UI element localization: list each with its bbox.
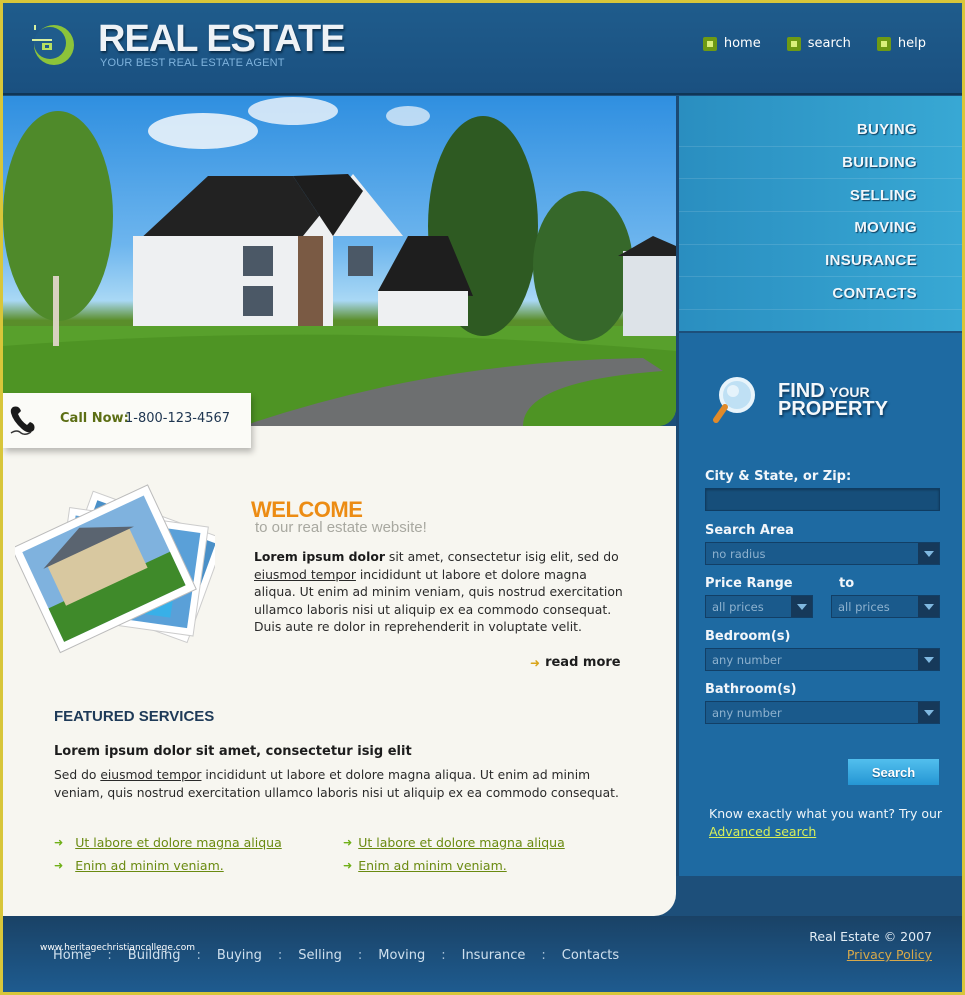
menu-item-moving[interactable]: MOVING — [679, 212, 962, 245]
green-arrow-icon: ➜ — [54, 859, 64, 872]
privacy-policy-link[interactable]: Privacy Policy — [847, 947, 932, 962]
featured-link[interactable]: ➜ Enim ad minim veniam. — [54, 854, 282, 877]
select-value: all prices — [838, 599, 890, 614]
house-illustration — [3, 97, 676, 426]
search-area-label: Search Area — [705, 523, 794, 538]
green-arrow-icon: ➜ — [343, 859, 353, 872]
price-from-select[interactable]: all prices — [705, 595, 813, 618]
call-now-label: Call Now: — [60, 411, 129, 426]
logo-title[interactable]: REAL ESTATE — [98, 19, 346, 59]
featured-link-label: Enim ad minim veniam. — [358, 858, 507, 873]
top-nav-search[interactable]: search — [786, 36, 851, 51]
chevron-down-icon — [918, 702, 939, 723]
property-word: PROPERTY — [778, 398, 889, 420]
footer-link-contacts[interactable]: Contacts — [562, 948, 619, 963]
hero-house-photo — [3, 96, 676, 426]
chevron-down-icon — [918, 649, 939, 670]
advanced-search-link[interactable]: Advanced search — [709, 824, 816, 839]
top-nav-label: help — [897, 36, 926, 51]
featured-text: Sed do eiusmod tempor incididunt ut labo… — [54, 767, 634, 802]
featured-link-label: Enim ad minim veniam. — [75, 858, 224, 873]
bedroom-select[interactable]: any number — [705, 648, 940, 671]
menu-item-selling[interactable]: SELLING — [679, 179, 962, 213]
logo-tagline: YOUR BEST REAL ESTATE AGENT — [100, 57, 285, 69]
welcome-text-bold: Lorem ipsum dolor — [254, 549, 385, 564]
footer-link-insurance[interactable]: Insurance — [462, 948, 526, 963]
chevron-down-icon — [791, 596, 812, 617]
read-more-label: read more — [545, 655, 621, 670]
chevron-down-icon — [918, 596, 939, 617]
top-nav-home[interactable]: home — [702, 36, 761, 51]
chevron-down-icon — [918, 543, 939, 564]
select-value: any number — [712, 652, 782, 667]
green-arrow-icon: ➜ — [54, 836, 64, 849]
bathroom-label: Bathroom(s) — [705, 682, 797, 697]
featured-links-left: ➜ Ut labore et dolore magna aliqua ➜ Eni… — [54, 831, 282, 877]
menu-item-building[interactable]: BUILDING — [679, 147, 962, 180]
featured-link[interactable]: ➜ Enim ad minim veniam. — [343, 854, 565, 877]
bedroom-label: Bedroom(s) — [705, 629, 791, 644]
phone-number[interactable]: 1-800-123-4567 — [125, 411, 230, 426]
footer-link-moving[interactable]: Moving — [378, 948, 425, 963]
featured-link-label: Ut labore et dolore magna aliqua — [358, 835, 565, 850]
featured-link[interactable]: ➜ Ut labore et dolore magna aliqua — [343, 831, 565, 854]
green-arrow-icon: ➜ — [343, 836, 353, 849]
featured-text-part: Sed do — [54, 768, 101, 782]
featured-link[interactable]: ➜ Ut labore et dolore magna aliqua — [54, 831, 282, 854]
menu-item-insurance[interactable]: INSURANCE — [679, 245, 962, 278]
price-to-select[interactable]: all prices — [831, 595, 940, 618]
featured-inline-link[interactable]: eiusmod tempor — [100, 768, 201, 782]
footer-separator: : — [441, 948, 446, 963]
featured-heading: Lorem ipsum dolor sit amet, consectetur … — [54, 744, 412, 759]
green-square-bullet-icon — [876, 36, 891, 51]
watermark-text: www.heritagechristiancollege.com — [40, 943, 195, 953]
advanced-search-prompt: Know exactly what you want? Try our — [709, 806, 943, 821]
featured-link-label: Ut labore et dolore magna aliqua — [75, 835, 282, 850]
search-button[interactable]: Search — [848, 759, 939, 785]
featured-services-title: FEATURED SERVICES — [54, 708, 215, 725]
call-now-box: Call Now: 1-800-123-4567 — [3, 393, 251, 448]
property-photos-stack — [15, 484, 215, 654]
welcome-text: Lorem ipsum dolor sit amet, consectetur … — [254, 548, 629, 636]
phone-icon — [10, 406, 35, 436]
top-nav: home search help — [702, 36, 926, 51]
footer-separator: : — [541, 948, 546, 963]
price-to-label: to — [839, 576, 855, 591]
arrow-right-icon: ➜ — [530, 655, 541, 670]
select-value: all prices — [712, 599, 764, 614]
top-nav-label: home — [723, 36, 761, 51]
footer-separator: : — [357, 948, 363, 963]
city-label: City & State, or Zip: — [705, 469, 852, 484]
welcome-inline-link[interactable]: eiusmod tempor — [254, 567, 356, 582]
city-input[interactable] — [705, 488, 940, 511]
welcome-text-part: sit amet, consectetur isig elit, sed do — [384, 549, 619, 564]
select-value: any number — [712, 705, 782, 720]
bathroom-select[interactable]: any number — [705, 701, 940, 724]
header: REAL ESTATE YOUR BEST REAL ESTATE AGENT … — [3, 3, 962, 95]
menu-item-contacts[interactable]: CONTACTS — [679, 277, 962, 311]
side-menu: BUYING BUILDING SELLING MOVING INSURANCE… — [676, 96, 962, 331]
select-value: no radius — [712, 546, 766, 561]
footer-link-buying[interactable]: Buying — [217, 948, 262, 963]
green-square-bullet-icon — [786, 36, 801, 51]
top-nav-label: search — [807, 36, 851, 51]
menu-item-buying[interactable]: BUYING — [679, 114, 962, 147]
magnifier-icon — [713, 377, 755, 423]
read-more-link[interactable]: ➜ read more — [530, 655, 621, 670]
green-square-bullet-icon — [702, 36, 717, 51]
welcome-subtitle: to our real estate website! — [255, 519, 427, 536]
page: REAL ESTATE YOUR BEST REAL ESTATE AGENT … — [3, 3, 962, 992]
find-property-title: FIND YOUR PROPERTY — [778, 381, 889, 420]
search-area-select[interactable]: no radius — [705, 542, 940, 565]
footer-separator: : — [277, 948, 283, 963]
copyright-text: Real Estate © 2007 — [809, 929, 932, 944]
house-logo-icon — [32, 25, 74, 65]
featured-links-right: ➜ Ut labore et dolore magna aliqua ➜ Eni… — [343, 831, 565, 877]
top-nav-help[interactable]: help — [876, 36, 926, 51]
price-range-label: Price Range — [705, 576, 793, 591]
footer-link-selling[interactable]: Selling — [298, 948, 342, 963]
